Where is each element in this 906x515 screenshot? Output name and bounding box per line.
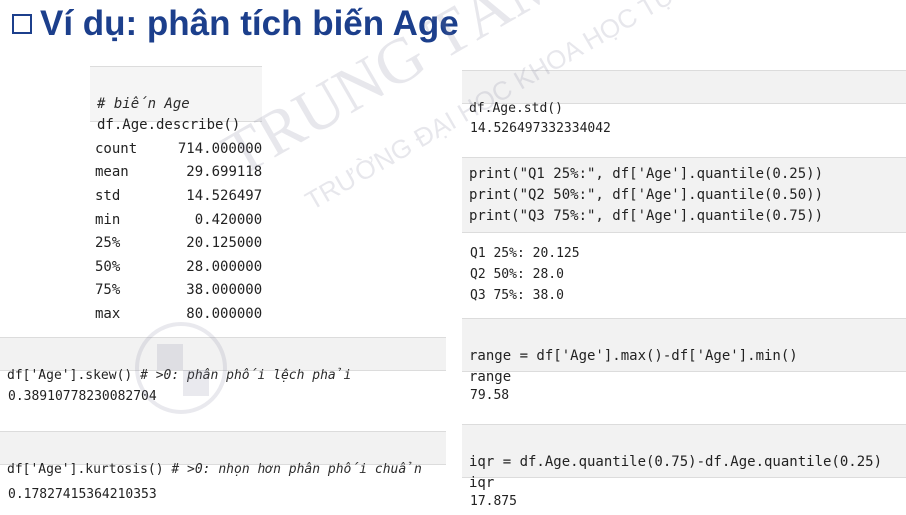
iqr-code: iqr = df.Age.quantile(0.75)-df.Age.quant…	[469, 454, 883, 470]
std-code: df.Age.std()	[469, 101, 563, 116]
describe-stat-value: 38.000000	[186, 282, 263, 299]
slide-title-text: Ví dụ: phân tích biến Age	[40, 4, 459, 43]
describe-code-cell[interactable]: # biến Age df.Age.describe()	[90, 66, 262, 133]
quantile-output-line: Q2 50%: 28.0	[470, 267, 564, 282]
quantile-code-cell[interactable]: print("Q1 25%:", df['Age'].quantile(0.25…	[462, 157, 906, 233]
describe-stat-value: 14.526497	[186, 187, 263, 204]
describe-row: count 714.000000	[90, 137, 262, 161]
std-code-cell[interactable]: df.Age.std()	[462, 70, 906, 116]
describe-stat-value: 714.000000	[177, 140, 263, 157]
describe-row: 50% 28.000000	[90, 255, 262, 279]
describe-stat-name: max	[95, 305, 121, 322]
describe-stat-name: 50%	[95, 258, 121, 275]
describe-stat-value: 0.420000	[194, 211, 263, 228]
describe-stat-value: 28.000000	[186, 258, 263, 275]
describe-stat-value: 20.125000	[186, 235, 263, 252]
iqr-var: iqr	[469, 475, 495, 491]
slide-title: Ví dụ: phân tích biến Age	[12, 4, 459, 44]
kurtosis-comment: # >0: nhọn hơn phân phối chuẩn	[171, 462, 422, 477]
describe-code: df.Age.describe()	[97, 117, 241, 133]
watermark-logo-icon	[135, 322, 227, 414]
quantile-print-line: print("Q2 50%:", df['Age'].quantile(0.50…	[469, 187, 824, 203]
describe-output-table: count 714.000000 mean 29.699118 std 14.526497…	[90, 137, 262, 326]
kurtosis-code: df['Age'].kurtosis()	[7, 462, 164, 477]
skew-code: df['Age'].skew()	[7, 368, 133, 383]
range-output: 79.58	[470, 388, 510, 403]
describe-stat-name: 75%	[95, 282, 121, 299]
describe-stat-name: min	[95, 211, 121, 228]
quantile-output-line: Q3 75%: 38.0	[470, 288, 564, 303]
describe-row: 25% 20.125000	[90, 231, 262, 255]
describe-stat-name: count	[95, 140, 138, 157]
iqr-output: 17.875	[470, 494, 517, 509]
kurtosis-output: 0.17827415364210353	[8, 487, 157, 502]
skew-output: 0.38910778230082704	[8, 389, 157, 404]
std-output: 14.526497332334042	[470, 121, 611, 136]
kurtosis-code-cell[interactable]: df['Age'].kurtosis() # >0: nhọn hơn phân…	[0, 431, 446, 477]
describe-comment: # biến Age	[97, 96, 190, 112]
range-var: range	[469, 369, 512, 385]
describe-row: mean 29.699118	[90, 161, 262, 185]
describe-row: 75% 38.000000	[90, 279, 262, 303]
quantile-print-line: print("Q1 25%:", df['Age'].quantile(0.25…	[469, 166, 824, 182]
describe-stat-name: 25%	[95, 235, 121, 252]
iqr-code-cell[interactable]: iqr = df.Age.quantile(0.75)-df.Age.quant…	[462, 424, 906, 491]
describe-stat-value: 80.000000	[186, 305, 263, 322]
range-code-cell[interactable]: range = df['Age'].max()-df['Age'].min() r…	[462, 318, 906, 385]
describe-stat-name: std	[95, 187, 121, 204]
quantile-print-line: print("Q3 75%:", df['Age'].quantile(0.75…	[469, 208, 824, 224]
describe-row: std 14.526497	[90, 184, 262, 208]
range-code: range = df['Age'].max()-df['Age'].min()	[469, 348, 798, 364]
checkbox-bullet-icon	[12, 14, 32, 34]
quantile-output-line: Q1 25%: 20.125	[470, 246, 580, 261]
describe-stat-value: 29.699118	[186, 164, 263, 181]
describe-row: min 0.420000	[90, 208, 262, 232]
quantile-output: Q1 25%: 20.125 Q2 50%: 28.0 Q3 75%: 38.0	[470, 243, 580, 306]
describe-stat-name: mean	[95, 164, 129, 181]
